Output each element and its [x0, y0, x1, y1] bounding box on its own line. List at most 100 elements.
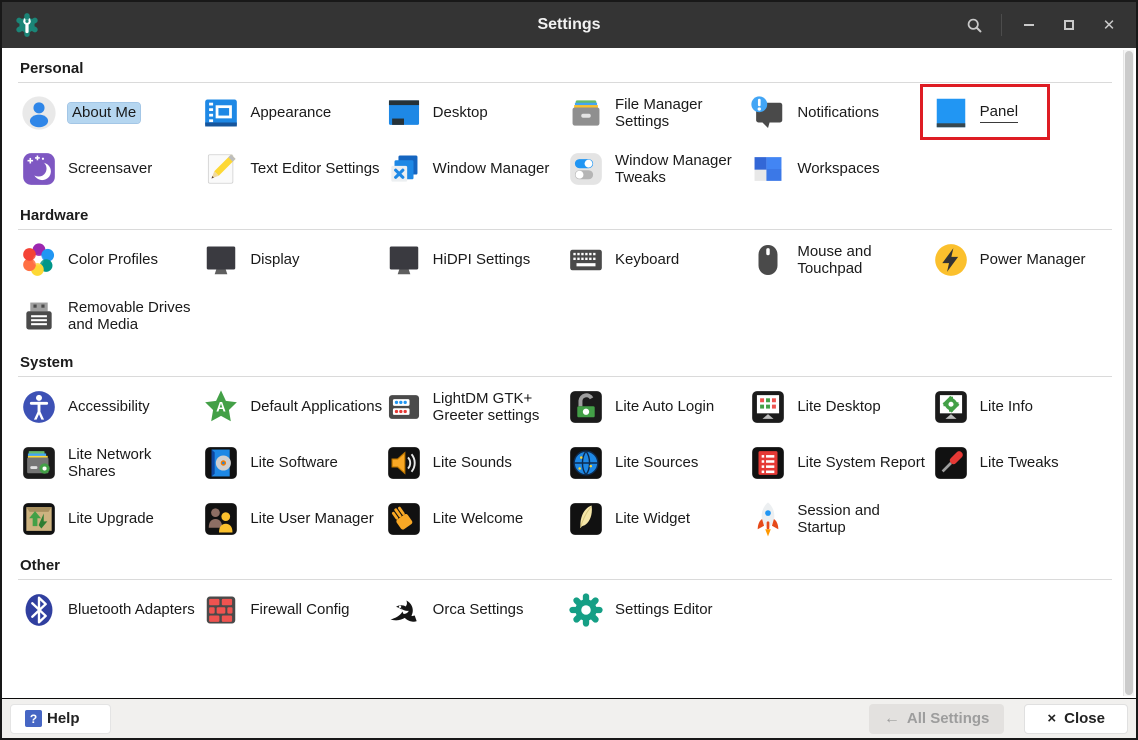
settings-item-panel[interactable]: Panel	[919, 84, 1112, 141]
bluetooth-icon	[20, 591, 58, 629]
settings-item-color-profiles[interactable]: Color Profiles	[18, 232, 200, 288]
settings-item-about-me[interactable]: About Me	[18, 85, 200, 141]
item-label: Lite Info	[979, 398, 1034, 416]
settings-item-mouse-and-touchpad[interactable]: Mouse and Touchpad	[747, 232, 929, 288]
settings-item-removable-drives-and-media[interactable]: Removable Drives and Media	[18, 288, 200, 344]
settings-item-hidpi-settings[interactable]: HiDPI Settings	[383, 232, 565, 288]
settings-item-lite-software[interactable]: Lite Software	[200, 435, 382, 491]
section-header-hardware: Hardware	[20, 207, 89, 224]
help-icon: ?	[25, 710, 42, 727]
lite-desktop-icon	[749, 388, 787, 426]
settings-item-default-applications[interactable]: A Default Applications	[200, 379, 382, 435]
settings-item-lite-upgrade[interactable]: Lite Upgrade	[18, 491, 200, 547]
settings-item-settings-editor[interactable]: Settings Editor	[565, 582, 747, 638]
close-x-icon: ×	[1047, 710, 1057, 727]
settings-item-lightdm-gtk-greeter-settings[interactable]: LightDM GTK+ Greeter settings	[383, 379, 565, 435]
settings-item-lite-tweaks[interactable]: Lite Tweaks	[930, 435, 1112, 491]
wm-tweaks-icon	[567, 150, 605, 188]
item-label: Accessibility	[68, 398, 150, 416]
settings-item-display[interactable]: Display	[200, 232, 382, 288]
screensaver-icon	[20, 150, 58, 188]
item-label: File Manager Settings	[614, 95, 703, 130]
item-label: Lite System Report	[797, 454, 925, 472]
settings-item-lite-widget[interactable]: Lite Widget	[565, 491, 747, 547]
notifications-icon	[749, 94, 787, 132]
settings-item-lite-auto-login[interactable]: Lite Auto Login	[565, 379, 747, 435]
item-label: HiDPI Settings	[432, 251, 531, 269]
file-manager-icon	[567, 94, 605, 132]
settings-item-desktop[interactable]: Desktop	[383, 85, 565, 141]
item-label: Lite Network Shares	[68, 445, 152, 480]
keyboard-icon	[567, 241, 605, 279]
svg-text:A: A	[216, 399, 226, 414]
item-label: Lite Sounds	[432, 454, 512, 472]
settings-item-workspaces[interactable]: Workspaces	[747, 141, 929, 197]
settings-item-lite-system-report[interactable]: Lite System Report	[747, 435, 929, 491]
settings-item-window-manager-tweaks[interactable]: Window Manager Tweaks	[565, 141, 747, 197]
default-apps-icon: A	[202, 388, 240, 426]
lite-sources-icon	[567, 444, 605, 482]
search-icon[interactable]	[957, 10, 991, 40]
desktop-icon	[385, 94, 423, 132]
orca-icon	[385, 591, 423, 629]
lite-info-icon	[932, 388, 970, 426]
item-label: Appearance	[250, 104, 332, 122]
maximize-icon[interactable]	[1052, 10, 1086, 40]
settings-item-notifications[interactable]: Notifications	[747, 85, 929, 141]
minimize-icon[interactable]	[1012, 10, 1046, 40]
settings-item-firewall-config[interactable]: Firewall Config	[200, 582, 382, 638]
item-label: Lite Upgrade	[68, 510, 154, 528]
settings-item-lite-sources[interactable]: Lite Sources	[565, 435, 747, 491]
item-label: Screensaver	[68, 160, 153, 178]
settings-item-appearance[interactable]: Appearance	[200, 85, 382, 141]
lite-widget-icon	[567, 500, 605, 538]
color-profiles-icon	[20, 241, 58, 279]
item-label: Mouse and Touchpad	[797, 242, 872, 277]
accessibility-icon	[20, 388, 58, 426]
settings-item-lite-desktop[interactable]: Lite Desktop	[747, 379, 929, 435]
scrollbar-thumb[interactable]	[1125, 51, 1133, 695]
settings-item-lite-user-manager[interactable]: Lite User Manager	[200, 491, 382, 547]
text-editor-icon	[202, 150, 240, 188]
settings-item-window-manager[interactable]: Window Manager	[383, 141, 565, 197]
item-label: Lite Sources	[614, 454, 699, 472]
help-button[interactable]: ? Help	[10, 703, 111, 734]
hidpi-icon	[385, 241, 423, 279]
settings-item-file-manager-settings[interactable]: File Manager Settings	[565, 85, 747, 141]
section-divider	[18, 376, 1112, 377]
all-settings-button[interactable]: ← All Settings	[868, 703, 1005, 734]
section-grid-other: Bluetooth Adapters Firewall Config Orca Se…	[18, 582, 1112, 638]
settings-item-lite-network-shares[interactable]: Lite Network Shares	[18, 435, 200, 491]
lite-user-manager-icon	[202, 500, 240, 538]
settings-item-screensaver[interactable]: Screensaver	[18, 141, 200, 197]
settings-item-bluetooth-adapters[interactable]: Bluetooth Adapters	[18, 582, 200, 638]
item-label: Orca Settings	[432, 601, 524, 619]
item-label: Desktop	[432, 104, 488, 122]
settings-item-lite-info[interactable]: Lite Info	[930, 379, 1112, 435]
settings-item-accessibility[interactable]: Accessibility	[18, 379, 200, 435]
section-divider	[18, 579, 1112, 580]
lite-system-report-icon	[749, 444, 787, 482]
lite-auto-login-icon	[567, 388, 605, 426]
item-label: Lite Welcome	[432, 510, 524, 528]
titlebar[interactable]: Settings ✕	[2, 2, 1136, 48]
appearance-icon	[202, 94, 240, 132]
item-label: Workspaces	[797, 160, 880, 178]
titlebar-separator	[1001, 14, 1002, 36]
settings-item-session-and-startup[interactable]: Session and Startup	[747, 491, 929, 547]
close-icon[interactable]: ✕	[1092, 10, 1126, 40]
settings-item-power-manager[interactable]: Power Manager	[930, 232, 1112, 288]
footer-bar: ? Help ← All Settings × Close	[2, 698, 1136, 738]
settings-item-keyboard[interactable]: Keyboard	[565, 232, 747, 288]
settings-item-lite-sounds[interactable]: Lite Sounds	[383, 435, 565, 491]
settings-item-orca-settings[interactable]: Orca Settings	[383, 582, 565, 638]
back-arrow-icon: ←	[883, 709, 900, 727]
item-label: Lite Desktop	[797, 398, 881, 416]
scrollbar[interactable]	[1123, 50, 1134, 696]
settings-item-lite-welcome[interactable]: Lite Welcome	[383, 491, 565, 547]
settings-item-text-editor-settings[interactable]: Text Editor Settings	[200, 141, 382, 197]
item-label: Firewall Config	[250, 601, 350, 619]
item-label: Lite Software	[250, 454, 338, 472]
item-label: Panel	[979, 103, 1019, 123]
close-button[interactable]: × Close	[1024, 703, 1128, 734]
